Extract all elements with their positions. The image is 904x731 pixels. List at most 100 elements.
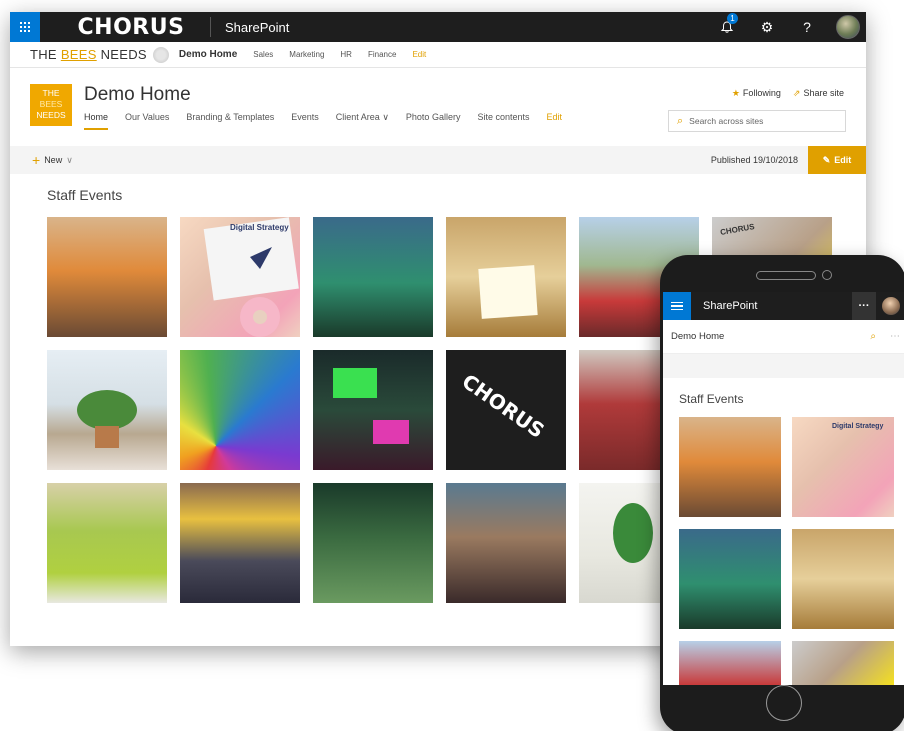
suite-actions: 1 ⚙ ? xyxy=(716,13,866,39)
phone-home-button[interactable] xyxy=(766,685,802,721)
mobile-site-bar: Demo Home ⌕ ⋯ xyxy=(663,320,904,354)
hub-logo-suffix: NEEDS xyxy=(96,47,147,62)
nav-item-client-area[interactable]: Client Area ∨ xyxy=(336,112,389,130)
site-logo[interactable]: THE BEES NEEDS xyxy=(30,84,72,126)
handwritten-note xyxy=(478,265,538,319)
mobile-command-gap xyxy=(663,354,904,378)
share-icon: ⇗ xyxy=(792,88,801,98)
site-actions: ★ Following ⇗ Share site xyxy=(732,88,844,99)
mobile-site-title[interactable]: Demo Home xyxy=(671,331,724,342)
gallery-photo-digital-strategy-book[interactable]: Digital Strategy xyxy=(180,217,300,337)
site-navigation: Home Our Values Branding & Templates Eve… xyxy=(84,112,562,130)
star-icon: ★ xyxy=(731,88,740,98)
hub-logo-prefix: THE xyxy=(30,47,61,62)
gallery-photo-space-invaders-art[interactable] xyxy=(313,350,433,470)
mobile-photo-digital-strategy-book[interactable]: Digital Strategy xyxy=(792,417,894,517)
mobile-photo-team-orange-shirts[interactable] xyxy=(679,417,781,517)
plant-foliage xyxy=(77,390,137,430)
plant-pot xyxy=(95,426,119,448)
nav-item-site-contents[interactable]: Site contents xyxy=(477,112,529,130)
chorus-logo[interactable]: CHORUS xyxy=(72,15,190,40)
chorus-sign-label: CHORUS xyxy=(719,222,756,237)
mobile-search-icon[interactable]: ⌕ xyxy=(870,331,876,342)
edit-page-button[interactable]: ✎ Edit xyxy=(808,146,866,174)
site-header: THE BEES NEEDS Demo Home Home Our Values… xyxy=(10,68,866,146)
plus-icon: + xyxy=(32,152,41,168)
more-options-icon[interactable]: ··· xyxy=(852,292,876,320)
gallery-photo-team-orange-shirts[interactable] xyxy=(47,217,167,337)
site-title[interactable]: Demo Home xyxy=(84,84,191,106)
book-title-label: Digital Strategy xyxy=(230,223,289,232)
site-logo-line-3: NEEDS xyxy=(36,110,66,120)
command-bar: + New ∨ Published 19/10/2018 ✎ Edit xyxy=(10,146,866,174)
mobile-photo-popcorn-note[interactable] xyxy=(792,529,894,629)
gallery-section-title: Staff Events xyxy=(47,187,123,203)
mobile-section-title: Staff Events xyxy=(679,392,744,406)
notification-bell-icon[interactable]: 1 xyxy=(716,13,738,38)
published-status: Published 19/10/2018 xyxy=(710,155,798,165)
nav-item-branding-templates[interactable]: Branding & Templates xyxy=(186,112,274,130)
share-site-button[interactable]: ⇗ Share site xyxy=(793,88,844,99)
mobile-suite-bar: SharePoint ··· xyxy=(663,292,904,320)
mobile-photo-chorus-sign[interactable] xyxy=(792,641,894,685)
nav-item-home[interactable]: Home xyxy=(84,112,109,130)
command-bar-right: Published 19/10/2018 ✎ Edit xyxy=(711,146,866,174)
hub-link-marketing[interactable]: Marketing xyxy=(289,50,324,59)
nav-item-our-values[interactable]: Our Values xyxy=(125,112,169,130)
search-input[interactable]: ⌕ Search across sites xyxy=(668,110,846,132)
bamboo-foliage xyxy=(613,503,653,563)
suite-app-name[interactable]: SharePoint xyxy=(225,20,289,35)
new-label: New xyxy=(44,155,63,165)
chevron-down-icon: ∨ xyxy=(66,154,73,165)
hub-navigation: THE BEES NEEDS Demo Home Sales Marketing… xyxy=(10,42,866,68)
notification-count-badge: 1 xyxy=(727,13,738,24)
following-button[interactable]: ★ Following xyxy=(732,88,781,99)
gallery-photo-pantone-mug[interactable] xyxy=(47,483,167,603)
suite-bar: CHORUS SharePoint 1 ⚙ ? xyxy=(10,12,866,42)
suite-divider xyxy=(210,17,211,37)
gallery-photo-plant-on-desk[interactable] xyxy=(47,350,167,470)
gallery-photo-popcorn-note[interactable] xyxy=(446,217,566,337)
mobile-ellipsis-icon[interactable]: ⋯ xyxy=(890,331,900,342)
hub-logo-bees: BEES xyxy=(60,47,97,62)
nav-item-client-area-label: Client Area xyxy=(335,112,380,122)
new-button[interactable]: + New ∨ xyxy=(32,152,73,168)
mobile-app-name[interactable]: SharePoint xyxy=(703,300,757,312)
mobile-photo-red-shirts-outdoors[interactable] xyxy=(679,641,781,685)
gallery-photo-group-selfie[interactable] xyxy=(446,483,566,603)
mobile-book-title-label: Digital Strategy xyxy=(832,423,884,430)
hub-link-finance[interactable]: Finance xyxy=(368,50,396,59)
settings-gear-icon[interactable]: ⚙ xyxy=(756,16,778,38)
help-icon[interactable]: ? xyxy=(796,16,818,38)
pencil-icon: ✎ xyxy=(822,154,831,165)
gallery-photo-foosball-figures[interactable] xyxy=(313,217,433,337)
chevron-down-icon: ∨ xyxy=(382,112,389,122)
gallery-photo-team-group[interactable] xyxy=(180,483,300,603)
nav-edit-link[interactable]: Edit xyxy=(546,112,562,130)
gallery-photo-chorus-tshirt[interactable]: CHORUS xyxy=(446,350,566,470)
gallery-photo-pantone-swatches[interactable] xyxy=(180,350,300,470)
mobile-photo-foosball-figures[interactable] xyxy=(679,529,781,629)
site-logo-line-1: THE xyxy=(42,88,60,98)
mobile-user-avatar[interactable] xyxy=(882,297,900,315)
hamburger-menu-icon[interactable] xyxy=(663,292,691,320)
hub-link-hr[interactable]: HR xyxy=(340,50,352,59)
hub-edit-link[interactable]: Edit xyxy=(412,50,426,59)
share-site-label: Share site xyxy=(803,88,844,98)
following-label: Following xyxy=(742,88,781,98)
hub-logo[interactable]: THE BEES NEEDS xyxy=(30,47,147,62)
bee-icon xyxy=(152,46,169,63)
green-invader-shape xyxy=(333,368,377,398)
gallery-photo-foosball-table[interactable] xyxy=(313,483,433,603)
pink-invader-shape xyxy=(373,420,409,444)
nav-item-events[interactable]: Events xyxy=(291,112,319,130)
hub-title[interactable]: Demo Home xyxy=(179,49,237,60)
user-avatar[interactable] xyxy=(836,15,860,39)
nav-item-photo-gallery[interactable]: Photo Gallery xyxy=(406,112,461,130)
screenshot-stage: CHORUS SharePoint 1 ⚙ ? THE BEES NEEDS D… xyxy=(0,0,904,731)
hub-link-sales[interactable]: Sales xyxy=(253,50,273,59)
phone-screen: SharePoint ··· Demo Home ⌕ ⋯ Staff Event… xyxy=(663,292,904,685)
search-icon: ⌕ xyxy=(677,114,684,127)
mobile-suite-right: ··· xyxy=(852,292,904,320)
app-launcher-icon[interactable] xyxy=(10,12,40,42)
